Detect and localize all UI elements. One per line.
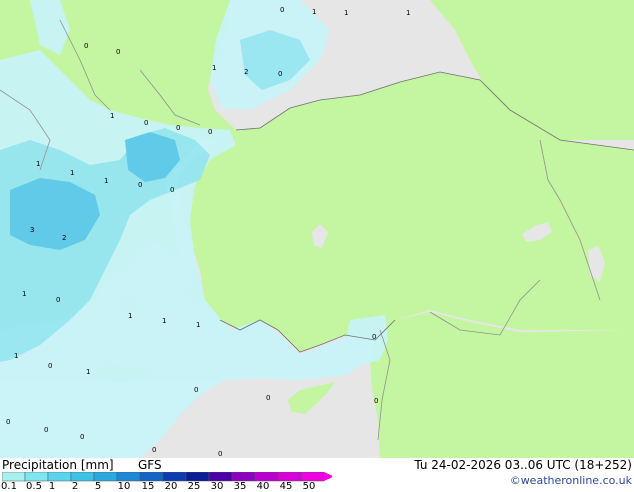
map-value: 2: [62, 234, 66, 242]
model-name: GFS: [138, 458, 162, 472]
map-canvas: 0 1 1 1 0 0 1 2 0 1 0 0 0 1 1 1 0 3 2 0 …: [0, 0, 634, 458]
legend-tick: 30: [210, 481, 224, 492]
map-value: 1: [212, 64, 216, 72]
legend-tick: 5: [94, 481, 102, 492]
map-value: 1: [86, 368, 90, 376]
map-value: 0: [152, 446, 156, 454]
map-value: 0: [80, 433, 84, 441]
map-value: 0: [194, 386, 198, 394]
legend-tick: 25: [187, 481, 201, 492]
scale-cell: [93, 472, 118, 482]
legend-tick: 35: [233, 481, 247, 492]
scale-cell: [116, 472, 141, 482]
map-value: 0: [170, 186, 174, 194]
scale-cell: [2, 472, 26, 482]
map-value: 1: [128, 312, 132, 320]
valid-time: Tu 24-02-2026 03..06 UTC (18+252): [414, 458, 632, 472]
legend-tick: 15: [141, 481, 155, 492]
legend-tick: 0.5: [26, 481, 42, 492]
map-value: 0: [266, 394, 270, 402]
map-value: 1: [104, 177, 108, 185]
map-value: 0: [144, 119, 148, 127]
map-value: 0: [208, 128, 212, 136]
legend-tick: 45: [279, 481, 293, 492]
map-value: 0: [84, 42, 88, 50]
map-value: 1: [14, 352, 18, 360]
scale-cell: [254, 472, 279, 482]
scale-cell: [277, 472, 302, 482]
scale-cell: [208, 472, 233, 482]
precipitation-map: 0 1 1 1 0 0 1 2 0 1 0 0 0 1 1 1 0 3 2 0 …: [0, 0, 634, 458]
map-value: 0: [374, 397, 378, 405]
map-value: 1: [36, 160, 40, 168]
map-value: 1: [196, 321, 200, 329]
scale-cell: [24, 472, 49, 482]
map-value: 0: [218, 450, 222, 458]
legend-tick: 1: [48, 481, 56, 492]
levant-land: [370, 312, 634, 458]
credit-link[interactable]: ©weatheronline.co.uk: [510, 474, 632, 487]
scale-cell: [70, 472, 95, 482]
legend-tick: 0.1: [1, 481, 17, 492]
map-value: 0: [138, 181, 142, 189]
map-value: 0: [48, 362, 52, 370]
map-value: 3: [30, 226, 34, 234]
map-title: Precipitation [mm]: [2, 458, 114, 472]
legend-tick: 20: [164, 481, 178, 492]
map-value: 1: [344, 9, 348, 17]
legend-tick: 10: [117, 481, 131, 492]
map-value: 1: [70, 169, 74, 177]
scale-cell: [231, 472, 256, 482]
map-value: 1: [406, 9, 410, 17]
map-value: 0: [116, 48, 120, 56]
map-value: 1: [312, 8, 316, 16]
scale-cell: [139, 472, 164, 482]
scale-cell: [162, 472, 187, 482]
scale-cell: [47, 472, 72, 482]
map-value: 0: [278, 70, 282, 78]
map-value: 0: [44, 426, 48, 434]
legend-tick: 2: [71, 481, 79, 492]
scale-cell: [300, 472, 325, 482]
map-value: 1: [162, 317, 166, 325]
legend-tick: 40: [256, 481, 270, 492]
legend-tick: 50: [302, 481, 316, 492]
scale-cell: [185, 472, 210, 482]
map-value: 0: [6, 418, 10, 426]
map-value: 0: [372, 333, 376, 341]
scale-arrow: [324, 472, 332, 481]
map-value: 0: [176, 124, 180, 132]
map-value: 1: [22, 290, 26, 298]
map-value: 1: [110, 112, 114, 120]
map-value: 0: [56, 296, 60, 304]
map-value: 2: [244, 68, 248, 76]
map-value: 0: [280, 6, 284, 14]
